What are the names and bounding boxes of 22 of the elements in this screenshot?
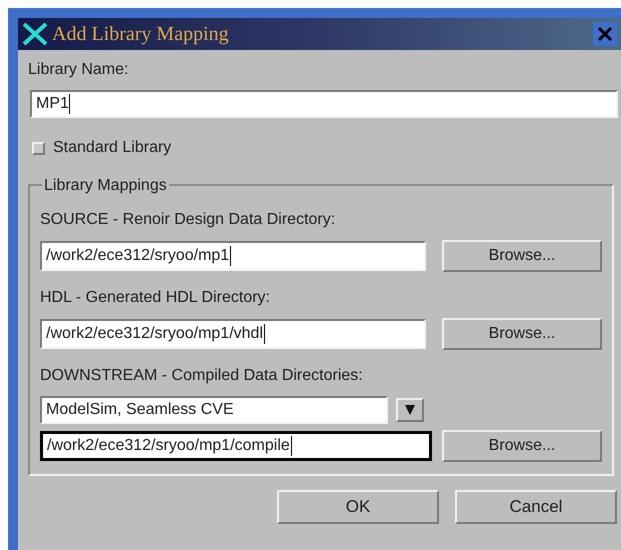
dropdown-field[interactable]: ModelSim, Seamless CVE xyxy=(40,396,388,424)
browse-button[interactable]: Browse... xyxy=(442,240,602,272)
window-title: Add Library Mapping xyxy=(52,22,230,47)
section-label: SOURCE - Renoir Design Data Directory: xyxy=(40,210,336,230)
down-triangle-icon xyxy=(405,404,415,416)
dialog-button[interactable]: OK xyxy=(277,490,439,524)
close-button[interactable] xyxy=(593,22,617,46)
browse-button[interactable]: Browse... xyxy=(442,430,602,462)
x-logo-icon xyxy=(22,22,48,46)
section-label: HDL - Generated HDL Directory: xyxy=(40,288,271,308)
dialog-button[interactable]: Cancel xyxy=(455,490,617,524)
section-label: DOWNSTREAM - Compiled Data Directories: xyxy=(40,366,364,386)
dropdown-button[interactable] xyxy=(396,398,424,422)
path-field[interactable]: /work2/ece312/sryoo/mp1 xyxy=(40,241,426,271)
field-label: Library Name: xyxy=(28,60,130,80)
checkbox[interactable] xyxy=(32,142,45,154)
path-field[interactable]: /work2/ece312/sryoo/mp1/compile xyxy=(40,431,432,461)
library-name-field[interactable]: MP1 xyxy=(30,90,618,118)
browse-button[interactable]: Browse... xyxy=(442,318,602,350)
close-icon xyxy=(598,27,612,41)
checkbox-label: Standard Library xyxy=(53,138,172,158)
path-field[interactable]: /work2/ece312/sryoo/mp1/vhdl xyxy=(40,319,426,349)
